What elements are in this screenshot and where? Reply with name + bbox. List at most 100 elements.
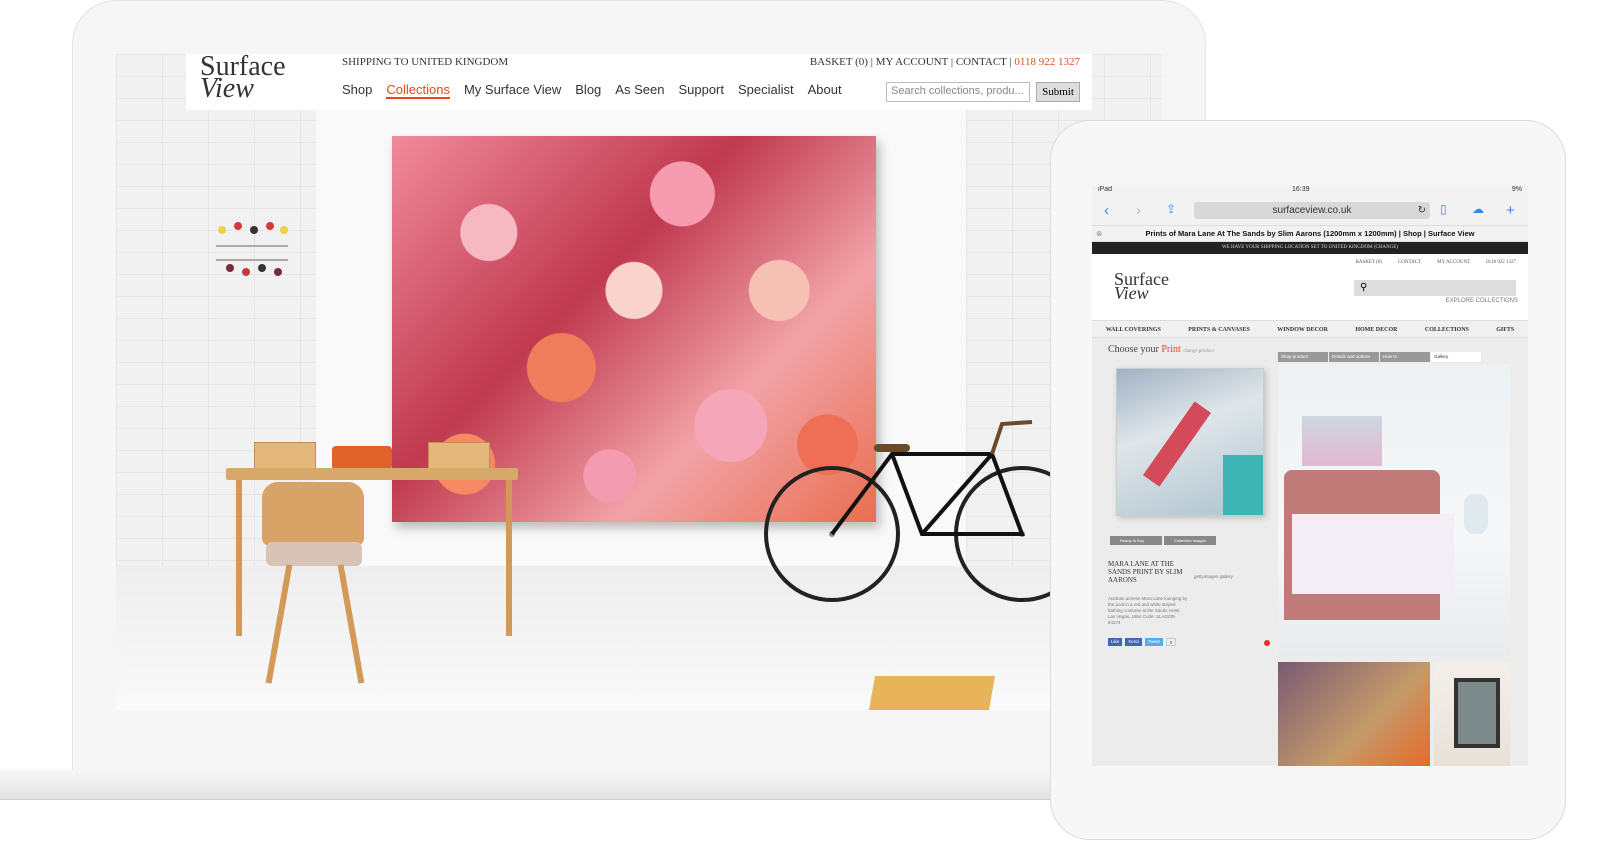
contact-link[interactable]: CONTACT [956, 56, 1007, 68]
tweet-button[interactable]: Tweet [1144, 638, 1163, 646]
url-text: surfaceview.co.uk [1272, 205, 1352, 216]
desk-image [226, 468, 518, 480]
tab-title: Prints of Mara Lane At The Sands by Slim… [1145, 229, 1475, 238]
gettyimages-label: gettyimages gallery [1194, 574, 1233, 579]
device-name: iPad [1098, 186, 1113, 193]
wall-picture [1302, 416, 1382, 466]
like-button[interactable]: Like [1108, 638, 1123, 646]
lamp [1464, 494, 1488, 534]
shipping-banner[interactable]: WE HAVE YOUR SHIPPING LOCATION SET TO UN… [1092, 242, 1528, 254]
choose-prefix: Choose your [1108, 344, 1159, 355]
nav-shop[interactable]: Shop [342, 82, 372, 99]
nav-specialist[interactable]: Specialist [738, 82, 794, 99]
choose-word: Print [1161, 344, 1181, 355]
share-icon[interactable]: ⇪ [1166, 202, 1176, 216]
forward-icon[interactable]: › [1136, 202, 1141, 219]
coat-rack-image [216, 222, 288, 276]
search-input[interactable]: Search collections, produ... [886, 82, 1030, 102]
nav-blog[interactable]: Blog [575, 82, 601, 99]
bed-sheets [1292, 514, 1454, 594]
tab-shop-product[interactable]: Shop product [1278, 352, 1328, 362]
gallery-thumb-1[interactable] [1278, 662, 1430, 766]
bookmarks-icon[interactable]: ▯ [1440, 202, 1447, 216]
nav-wall-coverings[interactable]: WALL COVERINGS [1106, 321, 1161, 337]
cloud-tabs-icon[interactable]: ☁ [1472, 202, 1484, 216]
nav-window-decor[interactable]: WINDOW DECOR [1277, 321, 1328, 337]
basket-link[interactable]: BASKET (0) [810, 56, 868, 68]
tablet-search-input[interactable]: ⚲ [1354, 280, 1516, 296]
desk-drawer-left [254, 442, 316, 470]
main-nav: Shop Collections My Surface View Blog As… [342, 82, 842, 99]
typewriter-image [332, 446, 392, 470]
laptop-screen: Surface View SHIPPING TO UNITED KINGDOM … [116, 54, 1162, 710]
account-link[interactable]: MY ACCOUNT [876, 56, 948, 68]
choose-heading: Choose your Print change product [1108, 344, 1214, 355]
photo-figure [1142, 401, 1212, 487]
tablet-screen: iPad 16:39 9% ‹ › ⇪ surfaceview.co.uk ↻ … [1092, 186, 1528, 766]
gallery-main-image[interactable] [1278, 364, 1510, 656]
status-bar: iPad 16:39 9% [1092, 186, 1528, 198]
tablet-logo[interactable]: Surface View [1114, 270, 1169, 302]
laptop-base [0, 770, 1210, 800]
contact-link[interactable]: CONTACT [1398, 260, 1421, 265]
social-buttons: Like Send Tweet 0 [1108, 638, 1177, 646]
nav-home-decor[interactable]: HOME DECOR [1355, 321, 1397, 337]
ready-to-buy-button[interactable]: Ready to Buy [1110, 536, 1162, 545]
product-title: MARA LANE AT THE SANDS PRINT BY SLIM AAR… [1108, 560, 1183, 584]
gallery-thumb-2[interactable] [1434, 662, 1510, 766]
chair-image [262, 482, 364, 546]
tab-how-to[interactable]: How to [1380, 352, 1430, 362]
search-icon: ⚲ [1360, 282, 1368, 293]
bicycle-image [764, 420, 1082, 602]
clock: 16:39 [1292, 186, 1310, 193]
tray-image [869, 676, 995, 710]
utility-links: BASKET (0) | MY ACCOUNT | CONTACT | 0118… [810, 56, 1080, 68]
chair-seat [266, 542, 362, 566]
nav-gifts[interactable]: GIFTS [1496, 321, 1514, 337]
tablet-utility-links: BASKET (0) CONTACT MY ACCOUNT 0118 922 1… [1356, 260, 1517, 265]
basket-link[interactable]: BASKET (0) [1356, 260, 1382, 265]
site-header: Surface View SHIPPING TO UNITED KINGDOM … [186, 54, 1092, 110]
product-buttons: Ready to Buy Collection Images [1110, 536, 1216, 545]
tab-gallery[interactable]: Gallery [1431, 352, 1481, 362]
url-bar[interactable]: surfaceview.co.uk ↻ [1194, 202, 1430, 219]
phone-number[interactable]: 0118 922 1327 [1486, 260, 1516, 265]
tab-details[interactable]: Details and options [1329, 352, 1379, 362]
desk-drawer-right [428, 442, 490, 470]
nav-collections[interactable]: Collections [386, 82, 450, 99]
framed-print [1454, 678, 1500, 748]
separator: | [867, 56, 876, 68]
battery-level: 9% [1511, 186, 1522, 193]
close-tab-icon[interactable]: ⊗ [1096, 226, 1102, 242]
product-description: Austrian actress Mara Lane lounging by t… [1108, 596, 1188, 625]
send-button[interactable]: Send [1125, 638, 1142, 646]
product-area: Choose your Print change product Shop pr… [1092, 338, 1528, 766]
browser-toolbar: ‹ › ⇪ surfaceview.co.uk ↻ ▯ ☁ + [1092, 198, 1528, 226]
reload-icon[interactable]: ↻ [1418, 202, 1426, 219]
site-logo[interactable]: Surface View [200, 54, 286, 103]
nav-about[interactable]: About [808, 82, 842, 99]
change-product-link[interactable]: change product [1183, 349, 1214, 354]
pinterest-icon[interactable] [1264, 640, 1270, 646]
tablet-nav: WALL COVERINGS PRINTS & CANVASES WINDOW … [1092, 320, 1528, 338]
new-tab-icon[interactable]: + [1506, 202, 1515, 219]
nav-my-surface-view[interactable]: My Surface View [464, 82, 561, 99]
nav-as-seen[interactable]: As Seen [615, 82, 664, 99]
submit-button[interactable]: Submit [1036, 82, 1080, 102]
explore-collections-link[interactable]: EXPLORE COLLECTIONS [1446, 298, 1518, 304]
photo-pool [1223, 455, 1263, 515]
nav-support[interactable]: Support [678, 82, 724, 99]
product-tabs: Shop product Details and options How to … [1278, 352, 1481, 362]
separator: | [948, 56, 956, 68]
phone-number[interactable]: 0118 922 1327 [1014, 56, 1080, 68]
nav-prints-canvases[interactable]: PRINTS & CANVASES [1188, 321, 1250, 337]
collection-images-button[interactable]: Collection Images [1164, 536, 1216, 545]
nav-collections[interactable]: COLLECTIONS [1425, 321, 1469, 337]
back-icon[interactable]: ‹ [1104, 202, 1109, 219]
shipping-notice[interactable]: SHIPPING TO UNITED KINGDOM [342, 56, 508, 68]
browser-tab[interactable]: ⊗ Prints of Mara Lane At The Sands by Sl… [1092, 226, 1528, 242]
desk-leg [236, 480, 242, 636]
account-link[interactable]: MY ACCOUNT [1437, 260, 1470, 265]
product-thumbnail[interactable] [1116, 368, 1264, 516]
tweet-count: 0 [1165, 638, 1177, 646]
